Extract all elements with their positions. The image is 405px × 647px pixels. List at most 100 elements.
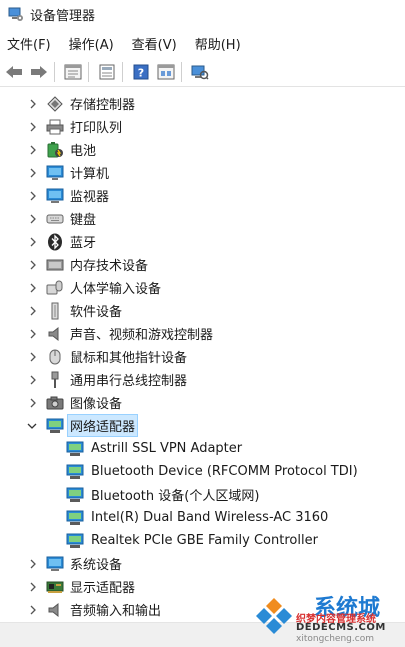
chevron-right-icon[interactable] — [28, 398, 38, 408]
view-icon[interactable] — [155, 61, 177, 83]
category-label: 电池 — [70, 144, 97, 159]
display-adapter-icon — [46, 578, 64, 596]
menu-view[interactable]: 查看(V) — [132, 34, 177, 53]
chevron-right-icon[interactable] — [28, 191, 38, 201]
scan-hardware-icon[interactable] — [189, 61, 211, 83]
chevron-right-icon[interactable] — [28, 306, 38, 316]
tree-device-item[interactable]: Realtek PCIe GBE Family Controller — [0, 529, 405, 552]
tree-category-keyboard[interactable]: 键盘 — [0, 207, 405, 230]
tree-category-monitor[interactable]: 监视器 — [0, 184, 405, 207]
device-label: Astrill SSL VPN Adapter — [91, 441, 243, 456]
device-label: Bluetooth 设备(个人区域网) — [91, 489, 260, 504]
camera-icon — [46, 394, 64, 412]
tree-device-item[interactable]: Intel(R) Dual Band Wireless-AC 3160 — [0, 506, 405, 529]
chevron-right-icon[interactable] — [28, 168, 38, 178]
menu-help[interactable]: 帮助(H) — [195, 34, 241, 53]
tree-category-network-adapter[interactable]: 网络适配器 — [0, 414, 405, 437]
category-label: 打印队列 — [70, 121, 123, 136]
network-adapter-icon — [66, 509, 84, 527]
menu-file[interactable]: 文件(F) — [7, 34, 51, 53]
printer-icon — [46, 118, 64, 136]
monitor-icon — [46, 187, 64, 205]
properties-icon[interactable] — [96, 61, 118, 83]
bluetooth-icon — [46, 233, 64, 251]
storage-controller-icon — [46, 95, 64, 113]
chevron-right-icon[interactable] — [28, 214, 38, 224]
toolbar-separator — [122, 62, 123, 82]
tree-category-computer[interactable]: 计算机 — [0, 161, 405, 184]
chevron-right-icon[interactable] — [28, 283, 38, 293]
chevron-right-icon[interactable] — [28, 145, 38, 155]
chevron-right-icon[interactable] — [28, 605, 38, 615]
category-label: 蓝牙 — [70, 236, 97, 251]
tree-category-usb-controller[interactable]: 通用串行总线控制器 — [0, 368, 405, 391]
network-adapter-icon — [66, 440, 84, 458]
network-adapter-icon — [66, 532, 84, 550]
toolbar: ? — [0, 58, 405, 87]
keyboard-icon — [46, 210, 64, 228]
chevron-right-icon[interactable] — [28, 99, 38, 109]
tree-category-system-device[interactable]: 系统设备 — [0, 552, 405, 575]
window-title: 设备管理器 — [30, 8, 96, 24]
category-label: 图像设备 — [70, 397, 123, 412]
tree-category-imaging-device[interactable]: 图像设备 — [0, 391, 405, 414]
chevron-right-icon[interactable] — [28, 375, 38, 385]
category-label: 软件设备 — [70, 305, 123, 320]
category-label: 存储控制器 — [70, 98, 136, 113]
back-arrow-icon[interactable] — [3, 61, 25, 83]
menu-action[interactable]: 操作(A) — [69, 34, 114, 53]
chevron-down-icon[interactable] — [27, 421, 37, 431]
category-label: 声音、视频和游戏控制器 — [70, 328, 214, 343]
chevron-right-icon[interactable] — [28, 329, 38, 339]
tree-category-print-queue[interactable]: 打印队列 — [0, 115, 405, 138]
tree-category-storage-controller[interactable]: 存储控制器 — [0, 92, 405, 115]
network-adapter-icon — [66, 463, 84, 481]
tree-device-item[interactable]: Bluetooth 设备(个人区域网) — [0, 483, 405, 506]
battery-icon — [46, 141, 64, 159]
category-label: 计算机 — [70, 167, 110, 182]
category-label: 内存技术设备 — [70, 259, 149, 274]
device-label: Bluetooth Device (RFCOMM Protocol TDI) — [91, 464, 358, 479]
chevron-right-icon[interactable] — [28, 260, 38, 270]
tree-category-software-device[interactable]: 软件设备 — [0, 299, 405, 322]
category-label: 键盘 — [70, 213, 97, 228]
title-bar: 设备管理器 — [0, 0, 405, 28]
tree-device-item[interactable]: Bluetooth Device (RFCOMM Protocol TDI) — [0, 460, 405, 483]
device-list-icon[interactable] — [62, 61, 84, 83]
chevron-right-icon[interactable] — [28, 122, 38, 132]
tree-category-memory-device[interactable]: 内存技术设备 — [0, 253, 405, 276]
usb-icon — [46, 371, 64, 389]
chevron-right-icon[interactable] — [28, 582, 38, 592]
category-label: 人体学输入设备 — [70, 282, 162, 297]
category-label: 系统设备 — [70, 558, 123, 573]
network-adapter-icon — [46, 417, 64, 435]
menu-bar: 文件(F) 操作(A) 查看(V) 帮助(H) — [0, 30, 405, 56]
tree-category-hid[interactable]: 人体学输入设备 — [0, 276, 405, 299]
category-label: 音频输入和输出 — [70, 604, 162, 619]
device-label: Intel(R) Dual Band Wireless-AC 3160 — [91, 510, 329, 525]
category-label: 显示适配器 — [70, 581, 136, 596]
device-manager-icon — [8, 7, 23, 21]
tree-category-sound-video-game[interactable]: 声音、视频和游戏控制器 — [0, 322, 405, 345]
toolbar-separator — [181, 62, 182, 82]
watermark-url: xitongcheng.com — [296, 634, 374, 644]
watermark: 系统城 织梦内容管理系统 DEDECMS.COM xitongcheng.com — [252, 588, 405, 646]
device-label: Realtek PCIe GBE Family Controller — [91, 533, 318, 548]
tree-category-bluetooth[interactable]: 蓝牙 — [0, 230, 405, 253]
chevron-right-icon[interactable] — [28, 352, 38, 362]
computer-icon — [46, 164, 64, 182]
windows-logo-icon — [256, 598, 292, 634]
tree-category-mouse[interactable]: 鼠标和其他指针设备 — [0, 345, 405, 368]
toolbar-separator — [54, 62, 55, 82]
category-label: 网络适配器 — [66, 414, 139, 437]
tree-category-battery[interactable]: 电池 — [0, 138, 405, 161]
audio-io-icon — [46, 601, 64, 619]
speaker-icon — [46, 325, 64, 343]
help-icon[interactable]: ? — [130, 61, 152, 83]
chevron-right-icon[interactable] — [28, 237, 38, 247]
chevron-right-icon[interactable] — [28, 559, 38, 569]
tree-device-item[interactable]: Astrill SSL VPN Adapter — [0, 437, 405, 460]
forward-arrow-icon[interactable] — [28, 61, 50, 83]
toolbar-separator — [88, 62, 89, 82]
svg-text:?: ? — [138, 67, 144, 80]
